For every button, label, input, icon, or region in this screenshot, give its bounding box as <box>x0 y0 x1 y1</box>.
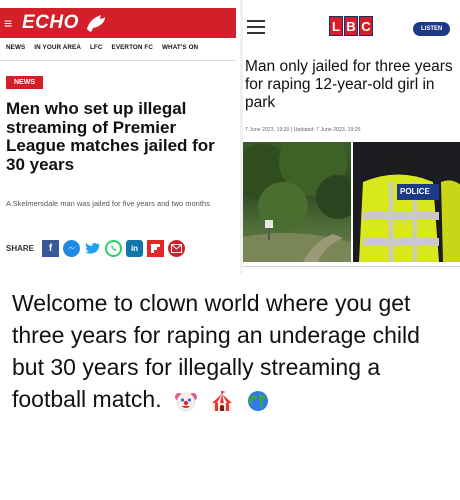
echo-headline: Men who set up illegal streaming of Prem… <box>6 99 215 174</box>
park-photo <box>243 142 351 262</box>
echo-nav: NEWS IN YOUR AREA LFC EVERTON FC WHAT'S … <box>6 44 198 51</box>
echo-standfirst: A Skelmersdale man was jailed for five y… <box>6 199 210 208</box>
lbc-logo-letter: L <box>329 16 343 36</box>
nav-lfc[interactable]: LFC <box>90 44 103 51</box>
twitter-icon[interactable] <box>84 240 102 257</box>
lbc-logo-letter: C <box>359 16 373 36</box>
circus-tent-icon <box>211 390 232 411</box>
whatsapp-icon[interactable] <box>105 240 123 257</box>
police-badge-label: POLICE <box>400 187 430 196</box>
echo-logo[interactable]: ECHO <box>22 12 79 34</box>
menu-icon[interactable] <box>247 20 265 38</box>
linkedin-icon[interactable]: in <box>126 240 144 257</box>
lbc-headline: Man only jailed for three years for rapi… <box>245 58 453 111</box>
menu-icon[interactable]: ≡ <box>4 15 18 31</box>
lbc-dates: 7 June 2023, 19:20 | Updated: 7 June 202… <box>245 127 361 133</box>
liver-bird-icon <box>86 15 105 32</box>
globe-icon <box>247 390 268 411</box>
nav-divider <box>0 60 236 61</box>
emoji-row <box>174 389 270 413</box>
lbc-article-screenshot: L B C LISTEN Man only jailed for three y… <box>240 0 460 275</box>
police-officer-photo: POLICE <box>353 142 460 262</box>
nav-in-your-area[interactable]: IN YOUR AREA <box>34 44 81 51</box>
facebook-icon[interactable]: f <box>42 240 60 257</box>
listen-button[interactable]: LISTEN <box>413 22 451 36</box>
messenger-icon[interactable] <box>63 240 81 257</box>
echo-article-screenshot: ≡ ECHO NEWS IN YOUR AREA LFC EVERTON FC … <box>0 0 240 275</box>
share-label: SHARE <box>6 244 35 253</box>
nav-whats-on[interactable]: WHAT'S ON <box>162 44 198 51</box>
echo-header-bar: ≡ ECHO <box>0 8 236 38</box>
post-caption: Welcome to clown world where you get thr… <box>12 287 452 415</box>
lbc-logo-letter: B <box>344 16 358 36</box>
news-tag[interactable]: NEWS <box>6 76 43 89</box>
divider <box>243 266 460 267</box>
email-icon[interactable] <box>168 240 186 257</box>
share-row: SHARE f in <box>6 240 186 257</box>
nav-everton-fc[interactable]: EVERTON FC <box>112 44 153 51</box>
flipboard-icon[interactable] <box>147 240 165 257</box>
nav-news[interactable]: NEWS <box>6 44 25 51</box>
lbc-logo[interactable]: L B C <box>329 16 373 36</box>
clown-face-icon <box>174 392 197 412</box>
